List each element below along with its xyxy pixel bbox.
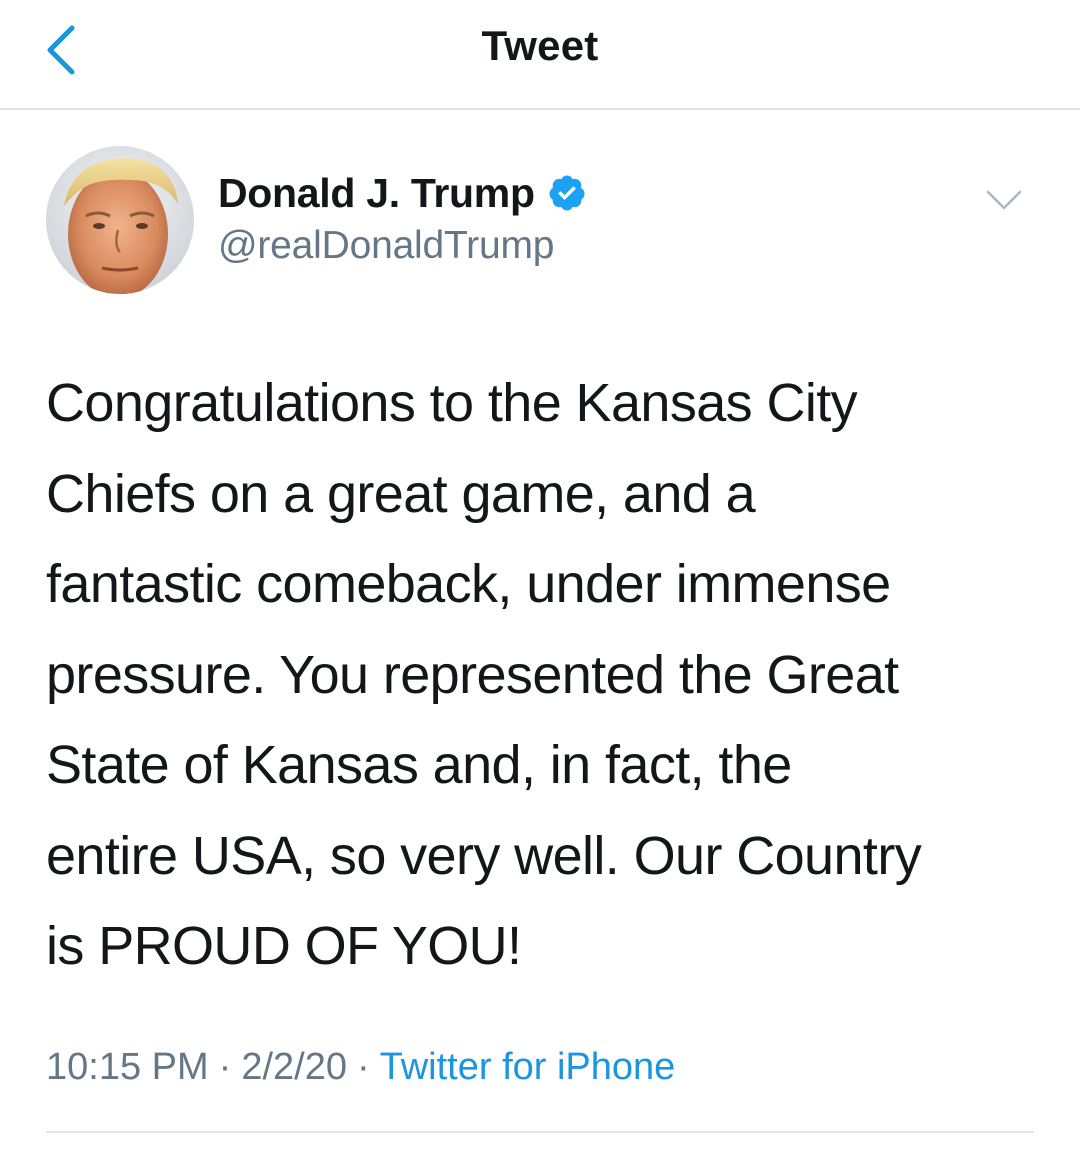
tweet-header: Donald J. Trump @realDonaldTrump [46, 146, 1036, 296]
navigation-bar: Tweet [0, 0, 1080, 110]
chevron-down-icon [986, 190, 1022, 210]
divider [46, 1131, 1034, 1133]
author-handle[interactable]: @realDonaldTrump [218, 224, 554, 268]
meta-separator: · [218, 1046, 232, 1088]
tweet-text-line: is PROUD OF YOU! [46, 916, 522, 976]
author-name-row: Donald J. Trump [218, 168, 587, 218]
tweet-text-line: Congratulations to the Kansas City [46, 373, 858, 433]
tweet-text-line: Chiefs on a great game, and a [46, 463, 756, 524]
more-options-button[interactable] [982, 182, 1026, 218]
page-title: Tweet [481, 22, 599, 69]
tweet-source-link[interactable]: Twitter for iPhone [380, 1046, 676, 1088]
tweet-metadata: 10:15 PM · 2/2/20 · Twitter for iPhone [46, 1046, 675, 1089]
tweet-text-line: entire USA, so very well. Our Country [46, 825, 922, 886]
meta-separator: · [356, 1046, 370, 1088]
tweet-text-line: State of Kansas and, in fact, the [46, 735, 792, 795]
tweet-text: Congratulations to the Kansas City Chief… [46, 358, 1046, 992]
tweet-text-line: fantastic comeback, under immense [46, 554, 891, 614]
author-name[interactable]: Donald J. Trump [218, 170, 535, 217]
tweet-time: 10:15 PM [46, 1046, 209, 1088]
verified-badge-icon [549, 175, 585, 211]
avatar[interactable] [46, 146, 194, 294]
tweet-text-line: pressure. You represented the Great [46, 644, 899, 705]
tweet-date: 2/2/20 [241, 1046, 347, 1088]
